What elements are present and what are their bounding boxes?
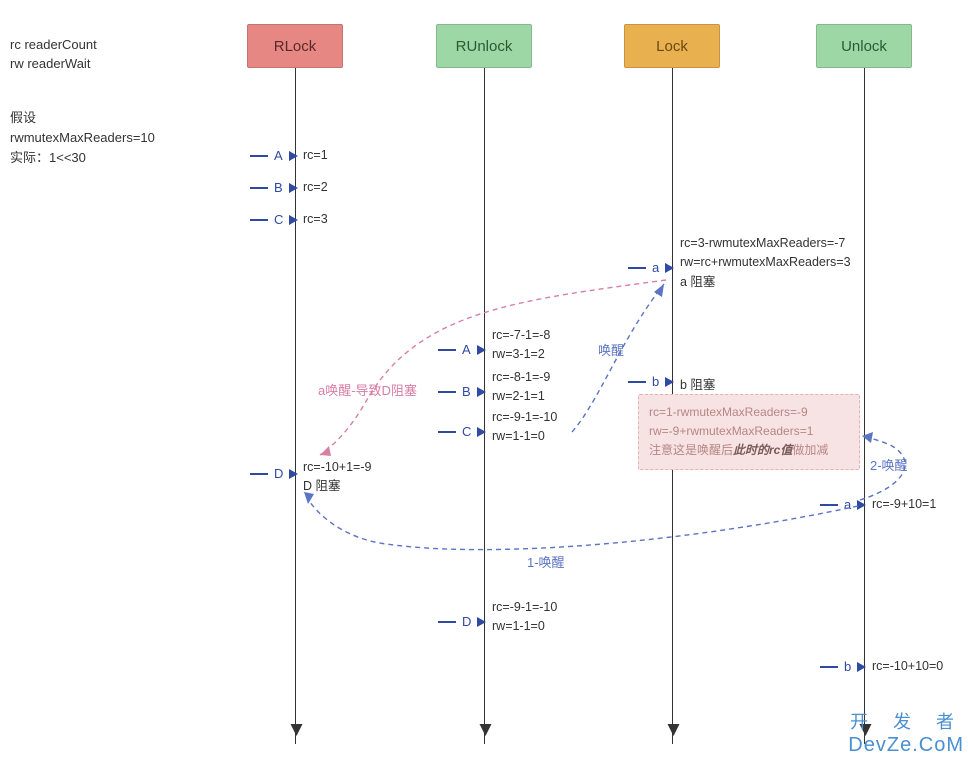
label-lock-b: b 阻塞 [680,374,715,393]
assume-l3: 实际：1<<30 [10,148,155,168]
note-box: rc=1-rwmutexMaxReaders=-9 rw=-9+rwmutexM… [638,394,860,470]
label-rlock-A: rc=1 [303,148,328,162]
lane-header-runlock: RUnlock [436,24,532,68]
event-runlock-B: B [438,384,486,399]
legend: rc readerCount rw readerWait [10,36,97,74]
event-runlock-C: C [438,424,486,439]
lifeline-unlock [864,68,865,744]
anno-wake-right: 唤醒 [598,340,624,359]
lifeline-rlock [295,68,296,744]
lane-header-lock: Lock [624,24,720,68]
watermark-en: DevZe.CoM [848,734,964,757]
label-rlock-D: rc=-10+1=-9 D 阻塞 [303,458,371,497]
anno-awake-d-block: a唤醒-导致D阻塞 [318,380,417,399]
label-rlock-B: rc=2 [303,180,328,194]
assumption-block: 假设 rwmutexMaxReaders=10 实际：1<<30 [10,108,155,168]
event-lock-b: b [628,374,674,389]
triangle-icon [289,151,298,161]
assume-l1: 假设 [10,108,155,128]
note-line-3: 注意这是唤醒后此时的rc值做加减 [649,441,849,460]
event-lock-a: a [628,260,674,275]
lifeline-runlock [484,68,485,744]
anno-wake-2: 2-唤醒 [870,455,908,474]
event-rlock-C: C [250,212,298,227]
watermark: 开 发 者 DevZe.CoM [848,708,964,757]
label-lock-a: rc=3-rwmutexMaxReaders=-7 rw=rc+rwmutexM… [680,234,851,292]
event-rlock-A: A [250,148,298,163]
event-runlock-A: A [438,342,486,357]
watermark-cn: 开 发 者 [848,708,964,734]
event-unlock-a: a [820,497,866,512]
lane-header-unlock: Unlock [816,24,912,68]
label-unlock-a: rc=-9+10=1 [872,497,936,511]
legend-rw: rw readerWait [10,55,97,74]
arrow-icon [250,155,268,157]
label-runlock-A: rc=-7-1=-8 rw=3-1=2 [492,326,550,365]
event-unlock-b: b [820,659,866,674]
legend-rc: rc readerCount [10,36,97,55]
label-runlock-D: rc=-9-1=-10 rw=1-1=0 [492,598,557,637]
label-runlock-B: rc=-8-1=-9 rw=2-1=1 [492,368,550,407]
anno-wake-1: 1-唤醒 [527,552,565,571]
lane-header-rlock: RLock [247,24,343,68]
event-rlock-B: B [250,180,298,195]
label-runlock-C: rc=-9-1=-10 rw=1-1=0 [492,408,557,447]
assume-l2: rwmutexMaxReaders=10 [10,128,155,148]
label-unlock-b: rc=-10+10=0 [872,659,943,673]
event-runlock-D: D [438,614,486,629]
event-rlock-D: D [250,466,298,481]
label-rlock-C: rc=3 [303,212,328,226]
